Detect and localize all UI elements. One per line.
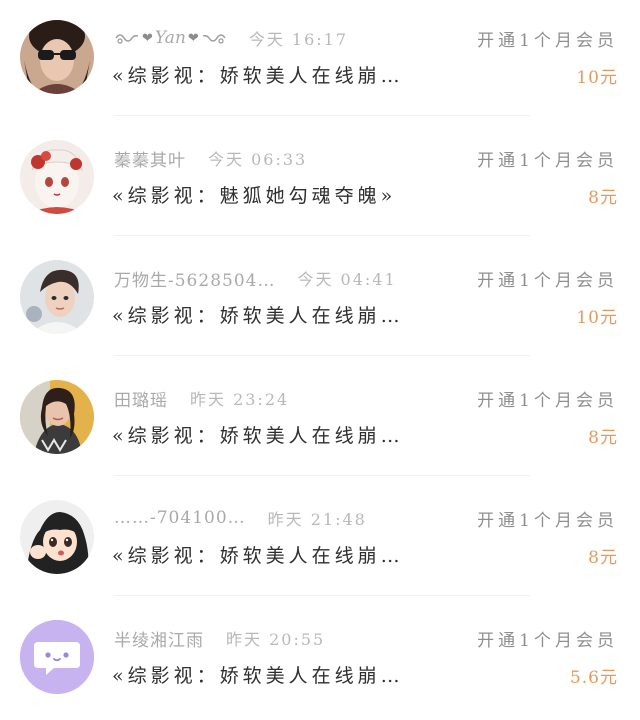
user-photo-icon	[20, 380, 94, 454]
divider	[114, 355, 530, 356]
price: 8元	[588, 427, 618, 448]
user-photo-icon	[20, 260, 94, 334]
divider	[114, 475, 530, 476]
timestamp: 昨天 20:55	[226, 630, 326, 649]
product-label: 开通1个月会员	[477, 30, 618, 51]
meta-line: 半绫湘江雨 昨天 20:55	[114, 625, 325, 651]
list-item[interactable]: ❤ Yan ❤ 今天 16:17 开通1个月会员 «综影视：娇软美人在线崩… 1…	[0, 0, 640, 120]
price: 5.6元	[569, 667, 618, 688]
user-photo-icon	[20, 140, 94, 214]
item-description: «综影视：娇软美人在线崩…	[112, 664, 404, 687]
meta-line: ❤ Yan ❤ 今天 16:17	[114, 25, 348, 51]
item-description: «综影视：娇软美人在线崩…	[112, 424, 404, 447]
product-label: 开通1个月会员	[477, 150, 618, 171]
avatar[interactable]	[20, 140, 94, 214]
product-label: 开通1个月会员	[477, 390, 618, 411]
heart-icon: ❤	[142, 30, 153, 46]
price: 10元	[576, 67, 618, 88]
avatar[interactable]	[20, 500, 94, 574]
meta-line: ……-704100… 昨天 21:48	[114, 505, 367, 531]
heart-icon: ❤	[187, 30, 199, 46]
chat-bubble-icon	[20, 620, 94, 694]
timestamp: 昨天 23:24	[190, 390, 290, 409]
user-photo-icon	[20, 20, 94, 94]
meta-line: 蓁蓁其叶 今天 06:33	[114, 145, 307, 171]
list-item[interactable]: ……-704100… 昨天 21:48 开通1个月会员 «综影视：娇软美人在线崩…	[0, 480, 640, 600]
price: 8元	[588, 547, 618, 568]
flourish-right-icon	[202, 34, 226, 44]
avatar[interactable]	[20, 20, 94, 94]
avatar[interactable]	[20, 260, 94, 334]
avatar[interactable]	[20, 620, 94, 694]
item-description: «综影视：娇软美人在线崩…	[112, 304, 404, 327]
item-description: «综影视：娇软美人在线崩…	[112, 544, 404, 567]
list-item[interactable]: 半绫湘江雨 昨天 20:55 开通1个月会员 «综影视：娇软美人在线崩… 5.6…	[0, 600, 640, 720]
list-item[interactable]: 万物生-5628504… 今天 04:41 开通1个月会员 «综影视：娇软美人在…	[0, 240, 640, 360]
list-item[interactable]: 蓁蓁其叶 今天 06:33 开通1个月会员 «综影视：魅狐她勾魂夺魄» 8元	[0, 120, 640, 240]
meta-line: 田璐瑶 昨天 23:24	[114, 385, 289, 411]
divider	[114, 235, 530, 236]
username: 田璐瑶	[114, 390, 168, 411]
username: ……-704100…	[114, 508, 246, 528]
item-description: «综影视：娇软美人在线崩…	[112, 64, 404, 87]
purchase-record-list: ❤ Yan ❤ 今天 16:17 开通1个月会员 «综影视：娇软美人在线崩… 1…	[0, 0, 640, 705]
user-photo-icon	[20, 500, 94, 574]
product-label: 开通1个月会员	[477, 510, 618, 531]
item-description: «综影视：魅狐她勾魂夺魄»	[112, 184, 397, 207]
timestamp: 今天 16:17	[248, 30, 349, 49]
product-label: 开通1个月会员	[477, 270, 618, 291]
price: 8元	[588, 187, 618, 208]
list-item[interactable]: 田璐瑶 昨天 23:24 开通1个月会员 «综影视：娇软美人在线崩… 8元	[0, 360, 640, 480]
username: ❤ Yan ❤	[114, 28, 227, 48]
timestamp: 今天 06:33	[208, 150, 308, 169]
username: 蓁蓁其叶	[114, 150, 186, 171]
product-label: 开通1个月会员	[477, 630, 618, 651]
avatar[interactable]	[20, 380, 94, 454]
flourish-left-icon	[115, 34, 139, 44]
divider	[114, 595, 530, 596]
username: 万物生-5628504…	[114, 270, 276, 291]
divider	[114, 115, 530, 116]
timestamp: 昨天 21:48	[267, 510, 367, 529]
username: 半绫湘江雨	[114, 630, 204, 651]
price: 10元	[576, 307, 618, 328]
timestamp: 今天 04:41	[297, 270, 397, 289]
meta-line: 万物生-5628504… 今天 04:41	[114, 265, 397, 291]
